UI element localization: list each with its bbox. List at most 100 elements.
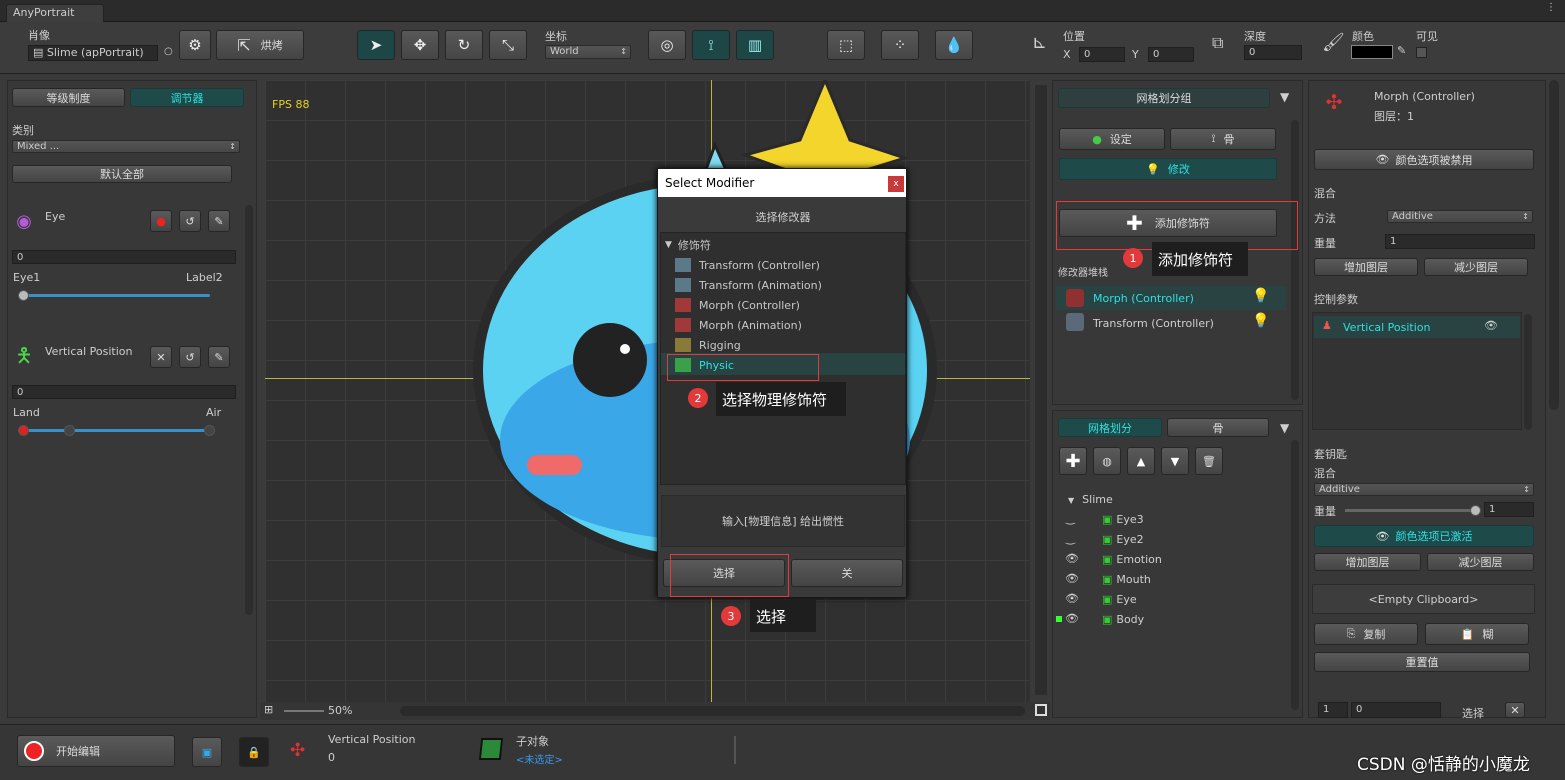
visible-checkbox[interactable]	[1416, 47, 1427, 58]
inspector-field-1[interactable]: 1	[1318, 702, 1348, 718]
modify-tab[interactable]: 💡 修改	[1059, 158, 1277, 180]
color-enabled-button[interactable]: 👁 颜色选项已激活	[1314, 525, 1534, 547]
preview-button[interactable]: ▣	[192, 737, 222, 767]
viewport-corner-icon[interactable]	[1035, 704, 1047, 716]
tab-mesh[interactable]: 网格划分	[1058, 418, 1162, 437]
remove-layer2-button[interactable]: 减少图层	[1427, 553, 1534, 571]
depth-field[interactable]: 0	[1244, 45, 1302, 60]
move-down-button[interactable]: ▼	[1161, 447, 1189, 475]
lock-button[interactable]: 🔒	[239, 737, 269, 767]
mesh-group-collapse-icon[interactable]: ▼	[1280, 90, 1289, 104]
viewport-scrollbar-h[interactable]	[400, 706, 1025, 716]
tree-root[interactable]: ▼ Slime	[1068, 493, 1113, 506]
window-menu-icon[interactable]: ⋮	[1546, 2, 1556, 13]
method-select[interactable]: Additive	[1387, 210, 1533, 223]
stack-item-transform[interactable]: Transform (Controller)	[1093, 317, 1214, 330]
start-edit-button[interactable]: 开始编辑	[17, 735, 175, 767]
dialog-close-btn[interactable]: 关	[791, 559, 903, 587]
control-params-scrollbar[interactable]	[1524, 314, 1532, 430]
rotate-tool-button[interactable]: ↻	[445, 30, 483, 60]
move-up-button[interactable]: ▲	[1127, 447, 1155, 475]
tab-hierarchy[interactable]: 等级制度	[12, 88, 125, 107]
hidden-eye-icon[interactable]: ‿	[1066, 532, 1075, 545]
modifier-item-morph-controller[interactable]: Morph (Controller)	[675, 295, 800, 315]
add-layer-button[interactable]: 增加图层	[1314, 258, 1418, 276]
eye-slider-knob[interactable]	[18, 290, 29, 301]
eye-record-button[interactable]: ●	[150, 210, 172, 232]
fit-icon[interactable]: ⊞	[264, 703, 273, 716]
vp-reset-button[interactable]: ↺	[179, 346, 201, 368]
delete-button[interactable]: 🗑	[1195, 447, 1223, 475]
tab-controller[interactable]: 调节器	[130, 88, 244, 107]
paste-button[interactable]: 📋 糊	[1425, 623, 1529, 645]
param-label[interactable]: Vertical Position	[1343, 321, 1431, 334]
scale-tool-button[interactable]: ⤡	[489, 30, 527, 60]
reset-value-button[interactable]: 重置值	[1314, 652, 1530, 672]
vp-slider-track[interactable]	[18, 429, 210, 432]
vp-key-land[interactable]	[18, 425, 29, 436]
zoom-slider[interactable]	[284, 710, 324, 712]
tree-item[interactable]: ▣ Eye3	[1102, 513, 1144, 526]
stack-item-morph[interactable]: Morph (Controller)	[1093, 292, 1194, 305]
eye-value-field[interactable]: 0	[12, 250, 236, 264]
eye-edit-button[interactable]: ✎	[208, 210, 230, 232]
eye-reset-button[interactable]: ↺	[179, 210, 201, 232]
bulb-icon[interactable]: 💡	[1252, 313, 1269, 329]
window-tab[interactable]: AnyPortrait	[6, 4, 104, 22]
weight2-knob[interactable]	[1470, 505, 1481, 516]
add-layer2-button[interactable]: 增加图层	[1314, 553, 1421, 571]
weight2-field[interactable]: 1	[1484, 502, 1534, 517]
x-field[interactable]: 0	[1079, 47, 1125, 62]
vp-value-field[interactable]: 0	[12, 385, 236, 399]
portrait-field[interactable]: ▤ Slime (apPortrait)	[28, 45, 158, 61]
vp-edit-button[interactable]: ✎	[208, 346, 230, 368]
bone-tab[interactable]: ⟟ 骨	[1170, 128, 1276, 150]
viewport[interactable]: FPS 88	[265, 80, 1030, 702]
move-tool-button[interactable]: ✥	[401, 30, 439, 60]
modifier-item-transform-controller[interactable]: Transform (Controller)	[675, 255, 820, 275]
modifier-item-rigging[interactable]: Rigging	[675, 335, 741, 355]
remove-layer-button[interactable]: 减少图层	[1424, 258, 1528, 276]
bounds-button[interactable]: ⬚	[827, 30, 865, 60]
tree-item[interactable]: ▣ Body	[1102, 613, 1144, 626]
vp-key-air[interactable]	[204, 425, 215, 436]
onion-button[interactable]: ◎	[648, 30, 686, 60]
eye-icon[interactable]: 👁	[1484, 319, 1498, 332]
vp-delete-button[interactable]: ✕	[150, 346, 172, 368]
tree-item[interactable]: ▣ Emotion	[1102, 553, 1162, 566]
eyedropper-icon[interactable]: ✎	[1397, 44, 1406, 57]
weight2-slider[interactable]	[1345, 509, 1477, 512]
vp-slider-knob[interactable]	[64, 425, 75, 436]
left-scrollbar[interactable]	[245, 205, 253, 615]
settings-button[interactable]: ⚙	[179, 30, 211, 60]
blend2-select[interactable]: Additive	[1314, 483, 1534, 496]
child-value[interactable]: <未选定>	[516, 751, 563, 766]
copy-button[interactable]: ⎘ 复制	[1314, 623, 1418, 645]
eye-icon[interactable]: 👁	[1065, 572, 1079, 585]
mesh-collapse-icon[interactable]: ▼	[1280, 421, 1289, 435]
inspector-field-2[interactable]: 0	[1351, 702, 1441, 718]
coord-select[interactable]: World	[545, 45, 631, 59]
select-tool-button[interactable]: ➤	[357, 30, 395, 60]
add-mesh-button[interactable]: ✚	[1059, 447, 1087, 475]
category-select[interactable]: Mixed ...	[12, 140, 240, 153]
weight-field[interactable]: 1	[1385, 234, 1535, 249]
modifier-item-transform-animation[interactable]: Transform (Animation)	[675, 275, 822, 295]
tree-item[interactable]: ▣ Eye	[1102, 593, 1137, 606]
default-all-button[interactable]: 默认全部	[12, 165, 232, 183]
pivot-button[interactable]: ⁘	[881, 30, 919, 60]
inspector-scrollbar[interactable]	[1549, 80, 1559, 410]
modifier-item-morph-animation[interactable]: Morph (Animation)	[675, 315, 802, 335]
hidden-eye-icon[interactable]: ‿	[1066, 512, 1075, 525]
tab-bone[interactable]: 骨	[1167, 418, 1269, 437]
mesh-group-scrollbar[interactable]	[1291, 120, 1299, 400]
inspector-close-button[interactable]: ✕	[1505, 702, 1525, 718]
layer-button[interactable]: ◍	[1093, 447, 1121, 475]
color-disabled-button[interactable]: 👁 颜色选项被禁用	[1314, 149, 1534, 170]
mesh-hierarchy-scrollbar[interactable]	[1291, 440, 1299, 710]
inspector-select-label[interactable]: 选择	[1462, 705, 1484, 721]
dialog-close-button[interactable]: x	[888, 176, 904, 192]
tree-item[interactable]: ▣ Eye2	[1102, 533, 1144, 546]
settings-tab[interactable]: ● 设定	[1059, 128, 1165, 150]
bone-view-button[interactable]: ⟟	[692, 30, 730, 60]
